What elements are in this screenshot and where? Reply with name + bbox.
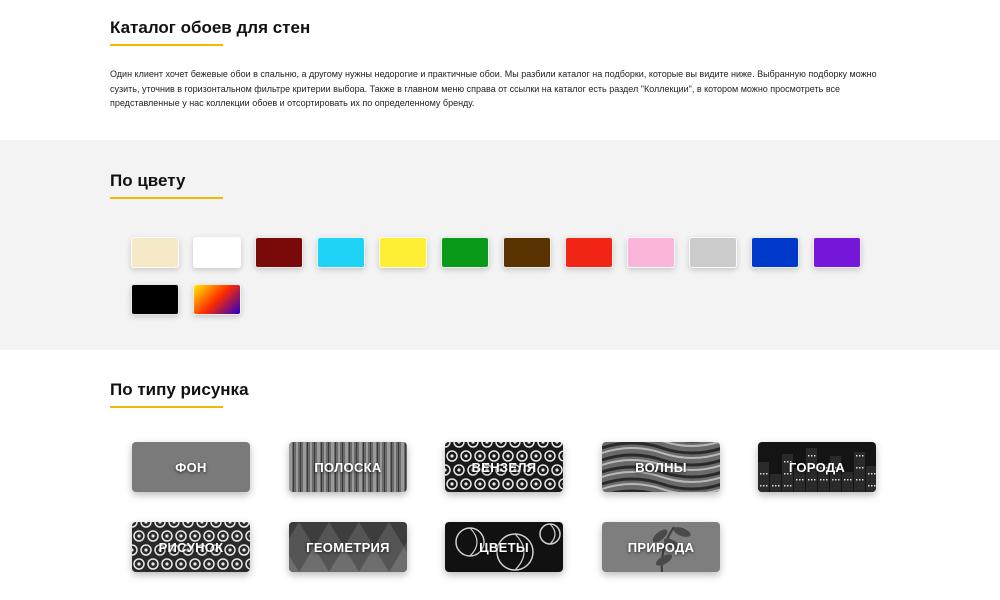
color-swatch-red[interactable] (565, 237, 613, 268)
pattern-section: По типу рисунка ФОН ПОЛОСКА ВЕНЗЕЛЯ ВОЛНЫ ГО… (0, 350, 1000, 600)
pattern-tile-label: РИСУНОК (158, 539, 224, 555)
color-swatch-gray[interactable] (689, 237, 737, 268)
color-swatch-brown[interactable] (503, 237, 551, 268)
color-swatch-multicolor[interactable] (193, 284, 241, 315)
pattern-tile-label: ВОЛНЫ (635, 459, 687, 475)
pattern-tile-label: ГОРОДА (788, 459, 846, 475)
color-swatch-green[interactable] (441, 237, 489, 268)
pattern-tile-geometriya[interactable]: ГЕОМЕТРИЯ (289, 522, 407, 572)
color-swatch-burgundy[interactable] (255, 237, 303, 268)
pattern-tile-risunok[interactable]: РИСУНОК (132, 522, 250, 572)
intro-section: Каталог обоев для стен Один клиент хочет… (0, 0, 1000, 140)
pattern-tile-label: ПРИРОДА (627, 539, 695, 555)
page-title: Каталог обоев для стен (110, 18, 311, 37)
pattern-tile-fon[interactable]: ФОН (132, 442, 250, 492)
pattern-title-wrap: По типу рисунка (110, 380, 249, 408)
pattern-tile-cvety[interactable]: ЦВЕТЫ (445, 522, 563, 572)
color-swatch-violet[interactable] (813, 237, 861, 268)
color-title-wrap: По цвету (110, 171, 223, 199)
pattern-tile-volny[interactable]: ВОЛНЫ (602, 442, 720, 492)
pattern-tile-label: ГЕОМЕТРИЯ (306, 539, 390, 555)
title-underline (110, 44, 223, 46)
pattern-tile-poloska[interactable]: ПОЛОСКА (289, 442, 407, 492)
pattern-title-underline (110, 406, 223, 408)
pattern-tile-label: ВЕНЗЕЛЯ (471, 459, 537, 475)
color-swatch-black[interactable] (131, 284, 179, 315)
color-swatch-light-blue[interactable] (317, 237, 365, 268)
page-title-wrap: Каталог обоев для стен (110, 18, 310, 46)
color-swatch-blue[interactable] (751, 237, 799, 268)
pattern-tile-label: ЦВЕТЫ (479, 539, 529, 555)
pattern-tile-venzelya[interactable]: ВЕНЗЕЛЯ (445, 442, 563, 492)
color-title-underline (110, 197, 223, 199)
pattern-tile-priroda[interactable]: ПРИРОДА (602, 522, 720, 572)
pattern-tile-label: ПОЛОСКА (314, 459, 382, 475)
color-swatch-white[interactable] (193, 237, 241, 268)
pattern-tile-label: ФОН (175, 459, 207, 475)
color-section: По цвету (0, 140, 1000, 350)
color-swatch-pink[interactable] (627, 237, 675, 268)
color-swatch-yellow[interactable] (379, 237, 427, 268)
color-swatch-beige[interactable] (131, 237, 179, 268)
intro-description: Один клиент хочет бежевые обои в спальню… (110, 69, 877, 108)
pattern-tile-goroda[interactable]: ГОРОДА (758, 442, 876, 492)
color-section-title: По цвету (110, 171, 186, 190)
pattern-section-title: По типу рисунка (110, 380, 249, 399)
